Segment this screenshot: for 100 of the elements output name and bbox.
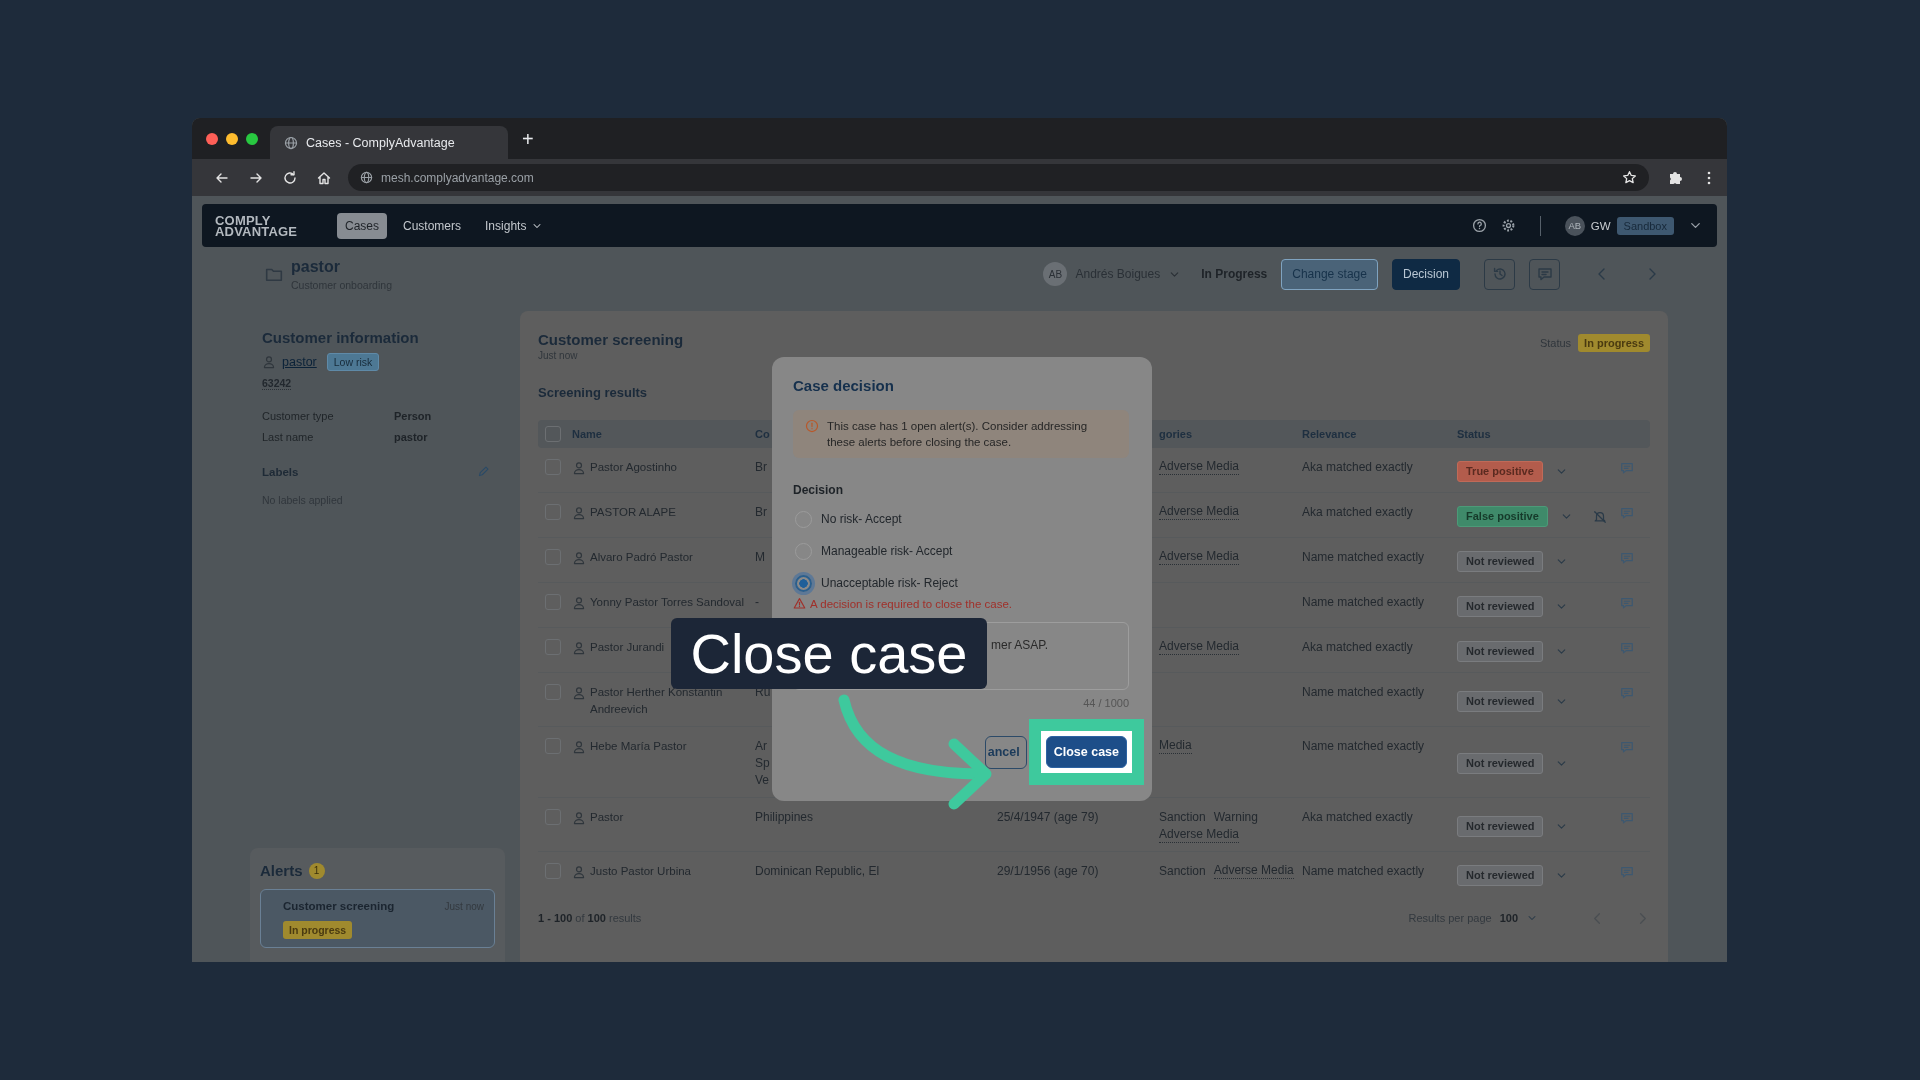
cancel-button[interactable]: ancel [984,735,1027,769]
comment-icon[interactable] [1620,596,1634,610]
pencil-icon[interactable] [477,465,490,478]
comments-button[interactable] [1529,258,1560,290]
close-window-dot[interactable] [206,132,218,145]
history-button[interactable] [1484,258,1515,290]
extensions-icon[interactable] [1667,169,1683,186]
person-icon [572,686,586,700]
comment-icon[interactable] [1620,686,1634,700]
relevance-text: Name matched exactly [1302,863,1425,880]
status-tag[interactable]: True positive [1457,461,1543,482]
status-tag[interactable]: Not reviewed [1457,690,1544,712]
match-name[interactable]: Alvaro Padró Pastor [590,549,693,566]
count-badge: 1 [308,862,325,879]
minimize-window-dot[interactable] [226,132,238,145]
dialog-title: Case decision [793,377,895,394]
relevance-text: Aka matched exactly [1302,504,1413,521]
select-all-checkbox[interactable] [545,426,561,442]
match-name[interactable]: Pastor Agostinho [590,459,677,476]
category-link[interactable]: Media [1159,738,1192,754]
relevance-text: Aka matched exactly [1302,459,1413,476]
category-link[interactable]: Adverse Media [1159,549,1240,565]
warning-text: This case has 1 open alert(s). Consider addressing these alerts before closing the case. [827,419,1089,450]
country-text: - [755,594,759,611]
field-label: Decision [793,483,844,497]
reload-icon[interactable] [282,169,298,186]
assignee-avatar: AB [1043,262,1068,286]
nav-tab[interactable]: Cases [337,212,387,239]
relevance-text: Name matched exactly [1302,549,1425,566]
person-icon [572,506,586,520]
match-name[interactable]: PASTOR ALAPE [590,504,676,521]
section-title: Screening results [538,385,648,400]
status-tag[interactable]: Not reviewed [1457,865,1544,886]
category-text: Sanction [1159,863,1206,880]
option-label: Unacceptable risk- Reject [821,576,958,590]
per-page-select[interactable]: 100 [1499,912,1538,924]
comment-icon[interactable] [1620,506,1634,520]
country-text: Philippines [755,809,814,826]
person-icon [572,811,586,825]
status-tag[interactable]: Not reviewed [1457,596,1544,617]
star-icon[interactable] [1622,170,1637,185]
category-link[interactable]: Adverse Media [1159,459,1240,475]
option-label: No risk- Accept [821,512,902,526]
category-link[interactable]: Adverse Media [1159,827,1240,843]
settings-icon[interactable] [1500,218,1516,233]
history-icon [1491,266,1508,282]
status-tag[interactable]: Not reviewed [1457,551,1544,572]
user-avatar[interactable]: AB [1564,215,1585,236]
card-title: Customer screening [538,331,684,348]
option-label: Manageable risk- Accept [821,544,953,558]
comment-icon[interactable] [1620,641,1634,655]
comment-icon[interactable] [1620,740,1634,754]
category-link[interactable]: Adverse Media [1213,863,1294,879]
nav-tab[interactable]: Insights [477,212,552,239]
comment-icon[interactable] [1620,461,1634,475]
comment-icon[interactable] [1620,551,1634,565]
country-text: Br [755,459,767,476]
decision-button[interactable]: Decision [1391,258,1460,290]
status-tag[interactable]: Not reviewed [1457,753,1544,774]
match-name[interactable]: Pastor [590,809,624,826]
customer-link[interactable]: pastor [282,355,317,369]
match-name[interactable]: Justo Pastor Urbina [590,863,691,880]
user-code: GW [1590,219,1611,232]
relevance-text: Name matched exactly [1302,738,1425,755]
category-link[interactable]: Adverse Media [1159,504,1240,520]
match-name[interactable]: Pastor Jurandi [590,639,665,656]
help-icon[interactable] [1471,218,1487,233]
comment-icon[interactable] [1620,865,1634,879]
person-icon [572,461,586,475]
relevance-text: Aka matched exactly [1302,639,1413,656]
close-case-button[interactable]: Close case [1045,736,1127,768]
radio-button[interactable] [795,574,812,592]
risk-tag: Low risk [326,353,380,371]
person-icon [572,865,586,879]
country-text: Dominican Republic, El [755,863,880,880]
birth-date: 29/1/1956 (age 70) [997,863,1099,880]
match-name[interactable]: Yonny Pastor Torres Sandoval [590,594,745,611]
country-text: M [755,549,765,566]
person-icon [572,596,586,610]
category-text: Sanction [1159,809,1206,826]
globe-icon [284,135,298,150]
category-link[interactable]: Adverse Media [1159,639,1240,655]
maximize-window-dot[interactable] [246,132,258,145]
status-tag[interactable]: False positive [1457,506,1548,527]
status-tag[interactable]: Not reviewed [1457,815,1544,837]
browser-tab[interactable]: Cases - ComplyAdvantage [270,126,508,159]
comment-icon[interactable] [1620,811,1634,825]
home-icon[interactable] [316,169,332,186]
relevance-text: Aka matched exactly [1302,809,1413,826]
address-bar[interactable]: mesh.complyadvantage.com [348,164,1649,191]
globe-icon [360,171,373,184]
category-text: Warning [1213,809,1258,826]
status-tag: In progress [283,921,353,939]
birth-date: 25/4/1947 (age 79) [997,809,1099,826]
status-tag[interactable]: Not reviewed [1457,641,1544,662]
new-tab-button[interactable]: + [522,128,534,149]
country-text: Ar Sp Ve [755,738,770,789]
match-name[interactable]: Hebe María Pastor [590,738,687,755]
nav-tab[interactable]: Customers [395,212,470,239]
error-text: A decision is required to close the case. [810,597,1012,610]
